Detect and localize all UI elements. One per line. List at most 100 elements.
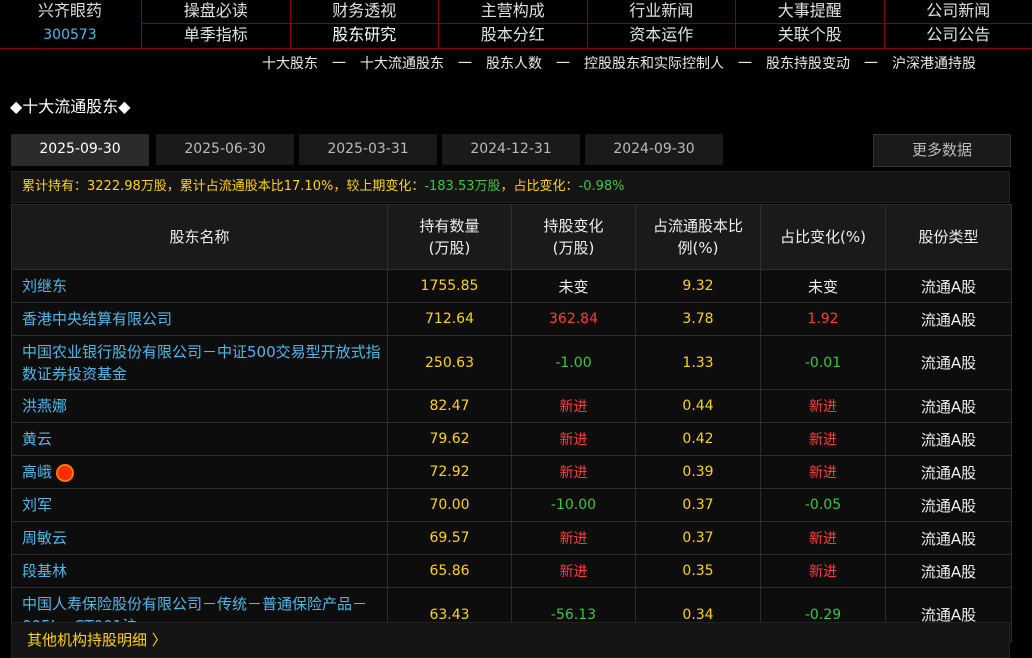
holder-name[interactable]: 刘军 (11, 488, 388, 522)
holder-pct-change: 新进 (760, 455, 886, 489)
nav-item[interactable]: 单季指标 (141, 24, 290, 48)
holder-pct-change: 新进 (760, 554, 886, 588)
holder-name[interactable]: 周敏云 (11, 521, 388, 555)
footer-bar: 其他机构持股明细 〉 (11, 622, 1010, 658)
holder-pct: 3.78 (635, 302, 761, 336)
share-type: 流通A股 (885, 521, 1012, 555)
subnav-separator: 一 (738, 56, 752, 72)
holder-name[interactable]: 中国农业银行股份有限公司－中证500交易型开放式指数证券投资基金 (11, 335, 388, 390)
sub-nav: 十大股东一十大流通股东一股东人数一控股股东和实际控制人一股东持股变动一沪深港通持… (262, 53, 976, 73)
stock-name[interactable]: 兴齐眼药 (0, 0, 140, 22)
nav-item[interactable]: 财务透视 (289, 0, 438, 24)
holder-name[interactable]: 香港中央结算有限公司 (11, 302, 388, 336)
share-type: 流通A股 (885, 335, 1012, 390)
holder-name[interactable]: 高峨 (22, 463, 52, 481)
nav-item[interactable]: 行业新闻 (586, 0, 735, 24)
table-row: 中国农业银行股份有限公司－中证500交易型开放式指数证券投资基金 250.63 … (11, 335, 1012, 390)
share-type: 流通A股 (885, 422, 1012, 456)
holder-pct: 0.37 (635, 521, 761, 555)
nav-item-active[interactable]: 股东研究 (289, 24, 439, 48)
tab-date[interactable]: 2025-03-31 (299, 134, 437, 165)
col-header-pct: 占流通股本比 例(%) (635, 204, 761, 270)
subnav-item[interactable]: 股东人数 (486, 56, 542, 72)
summary-bar: 累计持有：3222.98万股，累计占流通股本比17.10%，较上期变化：-183… (11, 171, 1010, 203)
holder-pct: 0.42 (635, 422, 761, 456)
more-data-button[interactable]: 更多数据 (873, 134, 1011, 167)
subnav-item[interactable]: 十大流通股东 (360, 56, 444, 72)
holder-qty: 250.63 (387, 335, 512, 390)
nav-grid: 操盘必读 财务透视 主营构成 行业新闻 大事提醒 公司新闻 单季指标 股东研究 … (141, 0, 1032, 48)
tab-date[interactable]: 2024-12-31 (442, 134, 580, 165)
holder-name[interactable]: 段基林 (11, 554, 388, 588)
sun-icon (58, 465, 73, 480)
tab-date[interactable]: 2025-06-30 (156, 134, 294, 165)
summary-ratio-change: -0.98% (578, 179, 625, 194)
share-type: 流通A股 (885, 389, 1012, 423)
nav-item[interactable]: 公司公告 (883, 24, 1032, 48)
nav-item[interactable]: 操盘必读 (141, 0, 290, 24)
holder-name-cell: 高峨 (11, 455, 388, 489)
holder-change: -10.00 (511, 488, 636, 522)
holder-name[interactable]: 洪燕娜 (11, 389, 388, 423)
col-header-qty: 持有数量 (万股) (387, 204, 512, 270)
nav-item[interactable]: 股本分红 (438, 24, 587, 48)
subnav-separator: 一 (458, 56, 472, 72)
subnav-item[interactable]: 十大股东 (262, 56, 318, 72)
holder-change: 新进 (511, 422, 636, 456)
tab-date[interactable]: 2024-09-30 (585, 134, 723, 165)
table-row: 高峨 72.92 新进 0.39 新进 流通A股 (11, 455, 1012, 489)
holder-pct-change: 新进 (760, 422, 886, 456)
subnav-item[interactable]: 股东持股变动 (766, 56, 850, 72)
table-row: 黄云 79.62 新进 0.42 新进 流通A股 (11, 422, 1012, 456)
holder-pct: 0.35 (635, 554, 761, 588)
holder-qty: 1755.85 (387, 269, 512, 303)
holder-name[interactable]: 刘继东 (11, 269, 388, 303)
subnav-separator: 一 (332, 56, 346, 72)
stock-info: 兴齐眼药 300573 (0, 0, 140, 48)
summary-mid: ，占比变化： (500, 179, 579, 194)
other-institutions-link[interactable]: 其他机构持股明细 〉 (27, 629, 167, 650)
holder-change: 新进 (511, 455, 636, 489)
holder-pct-change: 未变 (760, 269, 886, 303)
tab-date-active[interactable]: 2025-09-30 (11, 134, 149, 166)
holder-change: 新进 (511, 521, 636, 555)
holder-pct: 9.32 (635, 269, 761, 303)
table-row: 刘军 70.00 -10.00 0.37 -0.05 流通A股 (11, 488, 1012, 522)
top-nav: 兴齐眼药 300573 操盘必读 财务透视 主营构成 行业新闻 大事提醒 公司新… (0, 0, 1032, 49)
holder-pct: 0.44 (635, 389, 761, 423)
holder-pct: 1.33 (635, 335, 761, 390)
holder-change: 未变 (511, 269, 636, 303)
holder-qty: 69.57 (387, 521, 512, 555)
holder-change: 新进 (511, 554, 636, 588)
table-row: 周敏云 69.57 新进 0.37 新进 流通A股 (11, 521, 1012, 555)
summary-change: -183.53万股 (424, 179, 501, 194)
holder-change: -1.00 (511, 335, 636, 390)
holder-qty: 82.47 (387, 389, 512, 423)
share-type: 流通A股 (885, 455, 1012, 489)
nav-item[interactable]: 主营构成 (438, 0, 587, 24)
holder-qty: 72.92 (387, 455, 512, 489)
nav-item[interactable]: 资本运作 (586, 24, 736, 48)
subnav-item[interactable]: 控股股东和实际控制人 (584, 56, 724, 72)
nav-item[interactable]: 公司新闻 (883, 0, 1032, 24)
holder-pct-change: -0.05 (760, 488, 886, 522)
holder-change: 新进 (511, 389, 636, 423)
section-title: ◆十大流通股东◆ (10, 97, 131, 116)
subnav-item[interactable]: 沪深港通持股 (892, 56, 976, 72)
holder-qty: 712.64 (387, 302, 512, 336)
col-header-change: 持股变化 (万股) (511, 204, 636, 270)
subnav-separator: 一 (864, 56, 878, 72)
table-row: 香港中央结算有限公司 712.64 362.84 3.78 1.92 流通A股 (11, 302, 1012, 336)
stock-code: 300573 (43, 27, 97, 43)
holder-qty: 79.62 (387, 422, 512, 456)
share-type: 流通A股 (885, 554, 1012, 588)
shareholders-table: 股东名称 持有数量 (万股) 持股变化 (万股) 占流通股本比 例(%) 占比变… (11, 204, 1012, 642)
holder-qty: 65.86 (387, 554, 512, 588)
holder-qty: 70.00 (387, 488, 512, 522)
col-header-name: 股东名称 (11, 204, 388, 270)
nav-item[interactable]: 大事提醒 (735, 0, 884, 24)
nav-item[interactable]: 关联个股 (735, 24, 884, 48)
share-type: 流通A股 (885, 269, 1012, 303)
holder-name[interactable]: 黄云 (11, 422, 388, 456)
holder-pct: 0.37 (635, 488, 761, 522)
